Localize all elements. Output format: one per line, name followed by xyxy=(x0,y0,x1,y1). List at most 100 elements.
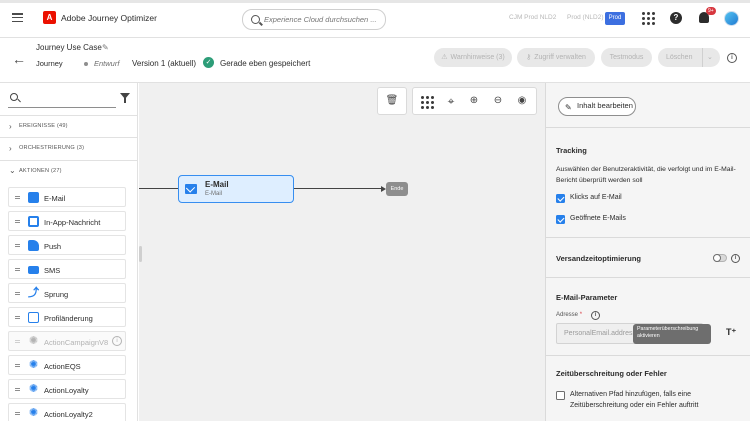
send-time-optimization-title: Versandzeitoptimierung xyxy=(556,254,642,263)
status-dot-icon xyxy=(84,62,88,66)
track-clicks-checkbox[interactable] xyxy=(556,194,565,203)
chevron-right-icon: › xyxy=(9,122,12,131)
override-tooltip: Parameterüberschreibung aktivieren xyxy=(633,324,711,344)
drag-handle-icon[interactable] xyxy=(15,388,20,392)
palette-search-input[interactable] xyxy=(8,107,116,108)
help-icon: ? xyxy=(670,12,682,24)
arrange-grid-icon[interactable] xyxy=(421,96,434,109)
delete-button[interactable]: Löschen ⌄ xyxy=(658,48,720,67)
canvas-node-email[interactable]: E-Mail E-Mail xyxy=(178,175,294,203)
drag-handle-icon[interactable] xyxy=(15,316,20,320)
tracking-title: Tracking xyxy=(556,146,587,155)
track-clicks-label: Klicks auf E-Mail xyxy=(570,194,622,201)
divider xyxy=(546,355,750,356)
user-profile-button[interactable] xyxy=(724,11,739,26)
tracking-description: Auswählen der Benutzeraktivität, die ver… xyxy=(556,166,736,184)
canvas-node-end[interactable]: Ende xyxy=(386,182,408,196)
chevron-right-icon: › xyxy=(9,144,12,153)
adobe-logo-icon[interactable]: A xyxy=(43,11,56,24)
custom-action-icon: ✺ xyxy=(28,359,39,371)
environment-badge[interactable]: Prod xyxy=(605,12,625,25)
divider xyxy=(546,237,750,238)
apps-grid-icon[interactable] xyxy=(642,12,655,25)
global-search[interactable] xyxy=(242,9,386,30)
section-actions[interactable]: ⌄ AKTIONEN (27) xyxy=(0,160,138,182)
org-switcher[interactable]: CJM Prod NLD2 xyxy=(509,14,556,21)
warnings-button[interactable]: ⚠ Warnhinweise (3) xyxy=(434,48,512,67)
palette-item-actioneqs[interactable]: ✺ ActionEQS xyxy=(8,355,126,375)
palette-item-push[interactable]: Push xyxy=(8,235,126,255)
edit-name-pencil-icon[interactable]: ✎ xyxy=(102,43,109,52)
palette-item-actionloyalty[interactable]: ✺ ActionLoyalty xyxy=(8,379,126,399)
pencil-icon: ✎ xyxy=(565,103,572,112)
notifications-button[interactable]: 9+ xyxy=(699,7,716,25)
palette-item-inapp[interactable]: In-App-Nachricht xyxy=(8,211,126,231)
screenshot-camera-icon[interactable]: ◉ xyxy=(515,94,529,108)
palette-item-email[interactable]: E-Mail xyxy=(8,187,126,207)
drag-handle-icon[interactable] xyxy=(15,340,20,344)
email-parameters-title: E-Mail-Parameter xyxy=(556,293,618,302)
section-actions-label: AKTIONEN (27) xyxy=(19,168,62,174)
drag-handle-icon[interactable] xyxy=(15,244,20,248)
panel-resize-handle[interactable] xyxy=(139,246,142,262)
drag-handle-icon[interactable] xyxy=(15,220,20,224)
send-time-optimization-toggle[interactable] xyxy=(713,254,727,262)
address-info-icon[interactable]: i xyxy=(591,311,600,320)
canvas-toolbar-delete: 🗑 xyxy=(377,87,407,115)
delete-label: Löschen xyxy=(666,54,693,61)
palette-item-sms[interactable]: SMS xyxy=(8,259,126,279)
global-search-input[interactable] xyxy=(264,13,382,26)
journey-canvas[interactable] xyxy=(139,83,545,421)
send-time-info-icon[interactable]: i xyxy=(731,254,740,263)
palette-item-profile-update[interactable]: Profiländerung xyxy=(8,307,126,327)
search-icon xyxy=(251,15,260,24)
edit-content-button[interactable]: ✎ Inhalt bearbeiten xyxy=(558,97,636,116)
palette-item-label: ActionEQS xyxy=(44,362,81,371)
alternative-path-checkbox[interactable] xyxy=(556,391,565,400)
palette-item-actionloyalty2[interactable]: ✺ ActionLoyalty2 xyxy=(8,403,126,421)
zoom-out-icon[interactable]: ⊖ xyxy=(491,94,505,108)
timeout-error-title: Zeitüberschreitung oder Fehler xyxy=(556,369,667,378)
drag-handle-icon[interactable] xyxy=(15,364,20,368)
back-arrow-icon[interactable]: ← xyxy=(12,52,26,66)
journey-header: ← Journey Use Case ✎ Journey Entwurf Ver… xyxy=(0,38,750,83)
track-opens-checkbox[interactable] xyxy=(556,215,565,224)
version-selector[interactable]: Version 1 (aktuell) xyxy=(132,59,196,68)
palette-item-label: E-Mail xyxy=(44,194,66,203)
section-events[interactable]: › EREIGNISSE (49) xyxy=(0,115,138,137)
drag-handle-icon[interactable] xyxy=(15,412,20,416)
trash-icon[interactable]: 🗑 xyxy=(385,94,399,108)
split-divider xyxy=(702,48,703,67)
palette-item-label: Push xyxy=(44,242,62,251)
hamburger-menu-icon[interactable] xyxy=(12,13,23,23)
fit-to-screen-icon[interactable]: ⌖ xyxy=(444,94,458,108)
app-title[interactable]: Adobe Journey Optimizer xyxy=(61,13,157,23)
sms-icon xyxy=(28,266,39,274)
chevron-down-icon[interactable]: ⌄ xyxy=(707,48,713,67)
drag-handle-icon[interactable] xyxy=(15,292,20,296)
key-icon: ⚷ xyxy=(526,54,532,61)
drag-handle-icon[interactable] xyxy=(15,196,20,200)
test-mode-button[interactable]: Testmodus xyxy=(601,48,652,67)
info-icon[interactable]: i xyxy=(112,336,122,346)
journey-type: Journey xyxy=(36,59,63,68)
section-orchestration[interactable]: › ORCHESTRIERUNG (3) xyxy=(0,137,138,159)
push-icon xyxy=(28,240,39,251)
email-icon xyxy=(185,184,197,194)
filter-icon[interactable] xyxy=(120,93,130,103)
palette-item-actioncampaignv8[interactable]: ✺ ActionCampaignV8 i xyxy=(8,331,126,351)
palette-item-jump[interactable]: ⤴ Sprung xyxy=(8,283,126,303)
parameter-override-icon[interactable]: T⁺ xyxy=(726,327,736,338)
manage-access-button[interactable]: ⚷ Zugriff verwalten xyxy=(517,48,595,67)
activity-palette: › EREIGNISSE (49) › ORCHESTRIERUNG (3) ⌄… xyxy=(0,83,138,421)
journey-properties-info-icon[interactable]: i xyxy=(727,53,737,63)
drag-handle-icon[interactable] xyxy=(15,268,20,272)
sandbox-switcher[interactable]: Prod (NLD2) xyxy=(567,14,603,21)
chevron-down-icon: ⌄ xyxy=(9,166,16,175)
manage-access-label: Zugriff verwalten xyxy=(534,54,586,61)
palette-item-label: Sprung xyxy=(44,290,69,299)
incoming-connector xyxy=(139,188,178,190)
help-button[interactable]: ? xyxy=(670,12,683,25)
zoom-in-icon[interactable]: ⊕ xyxy=(467,94,481,108)
search-icon[interactable] xyxy=(10,93,18,101)
